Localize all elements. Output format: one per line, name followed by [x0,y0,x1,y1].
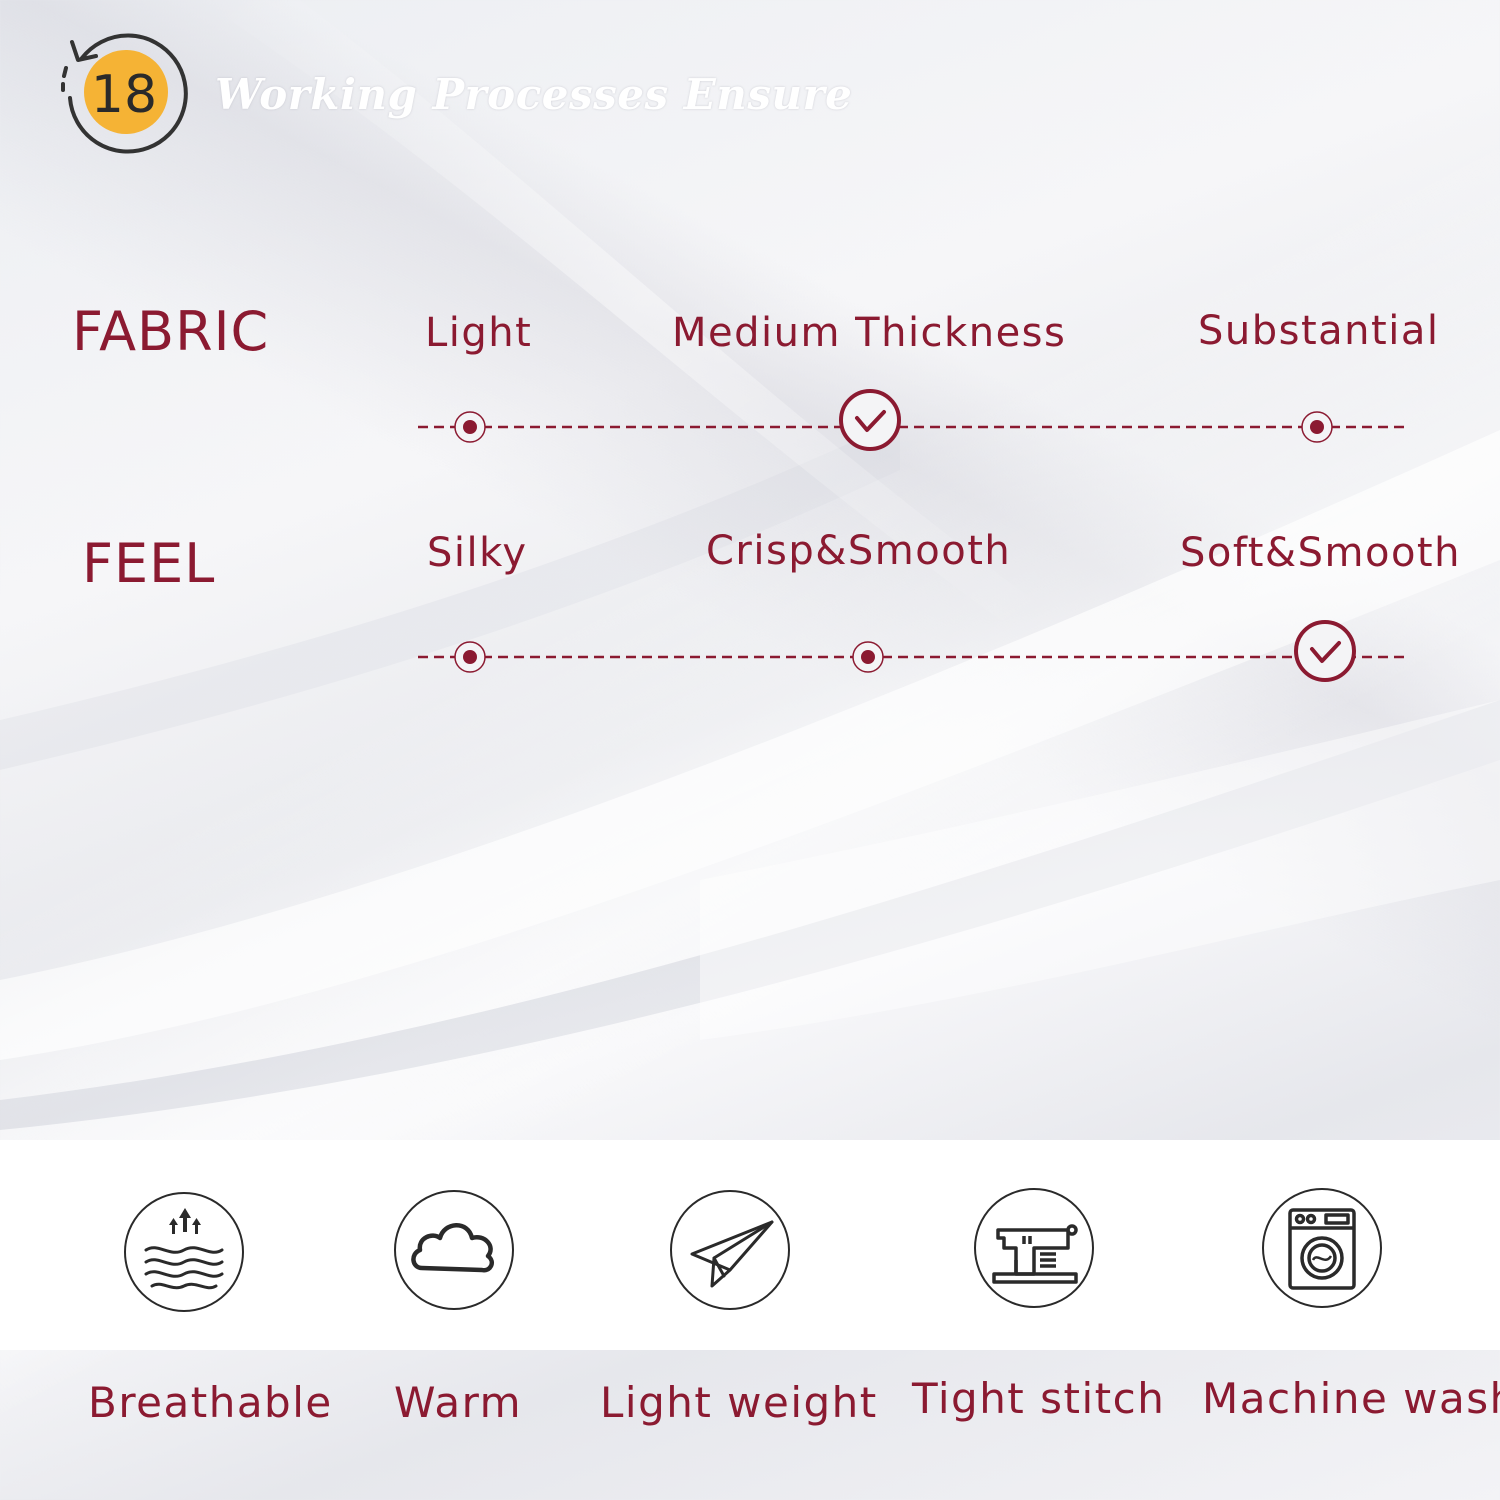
washing-machine-icon [1262,1188,1382,1308]
feature-label-machine-wash: Machine wash [1202,1374,1500,1423]
feel-option-silky: Silky [427,530,528,576]
feel-marker-crisp-smooth [852,641,884,673]
fabric-option-light: Light [425,310,533,356]
feel-option-soft-smooth: Soft&Smooth [1180,530,1461,576]
fabric-label: FABRIC [72,300,270,363]
fabric-option-medium-thickness: Medium Thickness [672,310,1067,356]
fabric-marker-substantial [1301,411,1333,443]
header-title: Working Processes Ensure [215,70,853,119]
feel-label: FEEL [82,532,216,595]
paper-plane-icon [670,1190,790,1310]
fabric-option-substantial: Substantial [1198,308,1440,354]
feature-label-breathable: Breathable [88,1378,333,1427]
badge-number: 18 [91,65,157,125]
fabric-scale [418,389,1410,451]
feel-option-crisp-smooth: Crisp&Smooth [706,528,1012,574]
refresh-cycle-icon: 18 [61,33,188,154]
feature-label-light-weight: Light weight [600,1378,878,1427]
feel-check-soft-smooth-icon [1294,620,1356,682]
feel-marker-silky [454,641,486,673]
feature-label-tight-stitch: Tight stitch [912,1374,1166,1423]
sewing-machine-icon [974,1188,1094,1308]
cloud-icon [394,1190,514,1310]
process-count-badge: 18 [60,28,188,156]
breathable-icon [124,1192,244,1312]
feel-scale [418,620,1410,682]
feature-label-warm: Warm [394,1378,523,1427]
fabric-check-medium-thickness-icon [839,389,901,451]
fabric-marker-light [454,411,486,443]
